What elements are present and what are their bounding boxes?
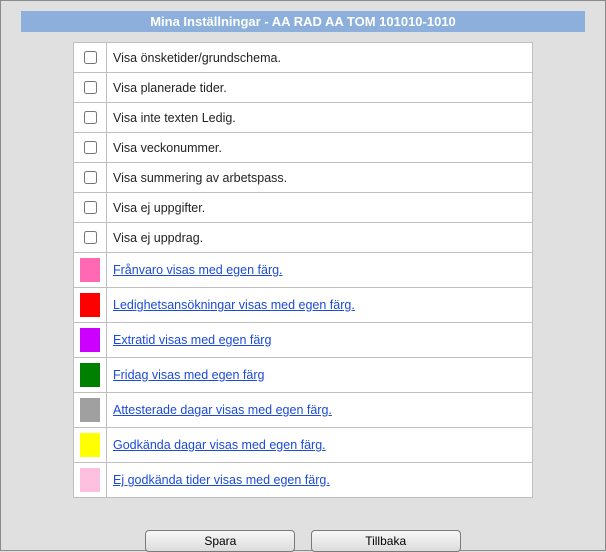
color-label-cell: Frånvaro visas med egen färg.: [107, 253, 533, 288]
color-swatch-cell: [74, 463, 107, 498]
setting-label-cell: Visa önsketider/grundschema.: [107, 43, 533, 73]
color-label-cell: Extratid visas med egen färg: [107, 323, 533, 358]
color-setting-row: Ledighetsansökningar visas med egen färg…: [74, 288, 533, 323]
checkbox-cell: [74, 163, 107, 193]
settings-table: Visa önsketider/grundschema. Visa planera…: [73, 42, 533, 498]
setting-checkbox[interactable]: [84, 81, 97, 94]
save-button[interactable]: Spara: [145, 530, 295, 552]
color-swatch-cell: [74, 393, 107, 428]
color-swatch: [80, 293, 100, 317]
color-swatch: [80, 328, 100, 352]
color-setting-link[interactable]: Frånvaro visas med egen färg.: [113, 263, 283, 277]
color-label-cell: Fridag visas med egen färg: [107, 358, 533, 393]
setting-label: Visa planerade tider.: [113, 81, 227, 95]
color-swatch-cell: [74, 358, 107, 393]
color-swatch: [80, 258, 100, 282]
setting-label-cell: Visa planerade tider.: [107, 73, 533, 103]
setting-label-cell: Visa inte texten Ledig.: [107, 103, 533, 133]
color-label-cell: Godkända dagar visas med egen färg.: [107, 428, 533, 463]
setting-row: Visa ej uppdrag.: [74, 223, 533, 253]
color-swatch-cell: [74, 288, 107, 323]
color-setting-link[interactable]: Ledighetsansökningar visas med egen färg…: [113, 298, 355, 312]
setting-row: Visa veckonummer.: [74, 133, 533, 163]
setting-row: Visa summering av arbetspass.: [74, 163, 533, 193]
color-label-cell: Attesterade dagar visas med egen färg.: [107, 393, 533, 428]
color-setting-row: Fridag visas med egen färg: [74, 358, 533, 393]
button-row: Spara Tillbaka: [21, 530, 585, 552]
checkbox-cell: [74, 103, 107, 133]
color-swatch-cell: [74, 428, 107, 463]
checkbox-cell: [74, 193, 107, 223]
setting-label-cell: Visa ej uppdrag.: [107, 223, 533, 253]
setting-label: Visa ej uppgifter.: [113, 201, 205, 215]
color-setting-link[interactable]: Ej godkända tider visas med egen färg.: [113, 473, 330, 487]
setting-checkbox[interactable]: [84, 171, 97, 184]
setting-label: Visa önsketider/grundschema.: [113, 51, 281, 65]
settings-page: Mina Inställningar - AA RAD AA TOM 10101…: [0, 0, 606, 551]
checkbox-cell: [74, 133, 107, 163]
color-swatch-cell: [74, 253, 107, 288]
setting-label-cell: Visa veckonummer.: [107, 133, 533, 163]
color-setting-link[interactable]: Fridag visas med egen färg: [113, 368, 264, 382]
setting-label: Visa ej uppdrag.: [113, 231, 203, 245]
color-label-cell: Ledighetsansökningar visas med egen färg…: [107, 288, 533, 323]
color-swatch-cell: [74, 323, 107, 358]
color-setting-row: Frånvaro visas med egen färg.: [74, 253, 533, 288]
checkbox-cell: [74, 43, 107, 73]
setting-row: Visa önsketider/grundschema.: [74, 43, 533, 73]
page-title: Mina Inställningar - AA RAD AA TOM 10101…: [21, 11, 585, 32]
setting-checkbox[interactable]: [84, 201, 97, 214]
color-setting-row: Ej godkända tider visas med egen färg.: [74, 463, 533, 498]
color-swatch: [80, 398, 100, 422]
setting-label: Visa summering av arbetspass.: [113, 171, 287, 185]
color-setting-row: Godkända dagar visas med egen färg.: [74, 428, 533, 463]
color-swatch: [80, 468, 100, 492]
color-setting-row: Attesterade dagar visas med egen färg.: [74, 393, 533, 428]
setting-label: Visa veckonummer.: [113, 141, 222, 155]
setting-row: Visa planerade tider.: [74, 73, 533, 103]
back-button[interactable]: Tillbaka: [311, 530, 461, 552]
setting-row: Visa inte texten Ledig.: [74, 103, 533, 133]
color-setting-link[interactable]: Extratid visas med egen färg: [113, 333, 271, 347]
settings-table-wrap: Visa önsketider/grundschema. Visa planera…: [73, 42, 533, 498]
color-swatch: [80, 433, 100, 457]
color-swatch: [80, 363, 100, 387]
checkbox-cell: [74, 223, 107, 253]
color-label-cell: Ej godkända tider visas med egen färg.: [107, 463, 533, 498]
setting-label-cell: Visa ej uppgifter.: [107, 193, 533, 223]
setting-checkbox[interactable]: [84, 111, 97, 124]
color-setting-link[interactable]: Godkända dagar visas med egen färg.: [113, 438, 326, 452]
color-setting-row: Extratid visas med egen färg: [74, 323, 533, 358]
setting-label: Visa inte texten Ledig.: [113, 111, 236, 125]
setting-checkbox[interactable]: [84, 141, 97, 154]
setting-checkbox[interactable]: [84, 231, 97, 244]
setting-label-cell: Visa summering av arbetspass.: [107, 163, 533, 193]
setting-checkbox[interactable]: [84, 51, 97, 64]
color-setting-link[interactable]: Attesterade dagar visas med egen färg.: [113, 403, 332, 417]
setting-row: Visa ej uppgifter.: [74, 193, 533, 223]
checkbox-cell: [74, 73, 107, 103]
